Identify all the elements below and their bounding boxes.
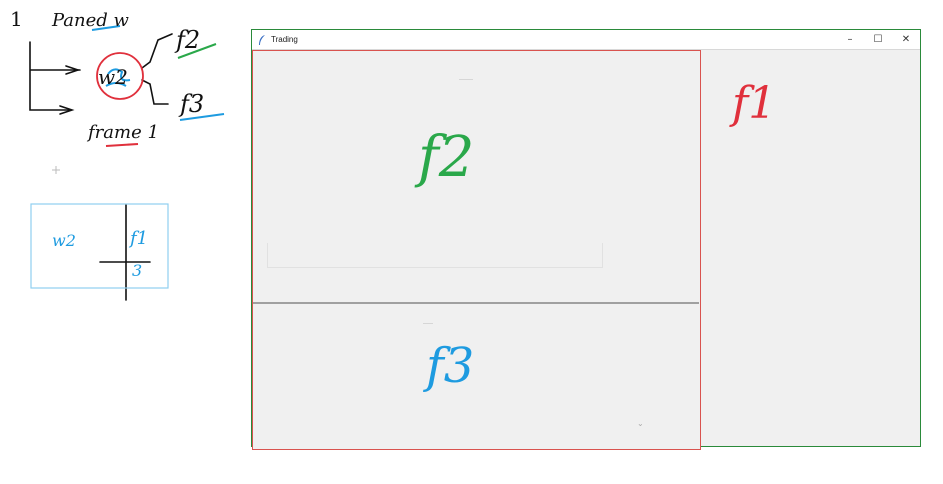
sketch-box-f1: f1	[128, 228, 148, 249]
sketch-text-1: 1	[10, 7, 23, 31]
sketch-text-f3: f3	[178, 90, 204, 118]
frame-f2-inner	[267, 243, 603, 268]
minimize-button[interactable]: –	[836, 30, 864, 49]
sketch-branch-f2	[141, 33, 173, 69]
paned-window-w2: ⌄	[252, 50, 701, 450]
window-title: Trading	[271, 35, 298, 44]
sketch-cross	[99, 204, 151, 301]
maximize-button[interactable]: ☐	[864, 30, 892, 49]
title-bar[interactable]: Trading – ☐ ✕	[252, 30, 920, 50]
sketch-branch-f3	[141, 79, 169, 105]
chevron-down-icon: ⌄	[637, 419, 644, 428]
app-window: Trading – ☐ ✕ ⌄	[251, 29, 921, 450]
divider	[459, 79, 473, 80]
sketch-text-frame1: frame 1	[86, 122, 159, 143]
sketch-text-f2: f2	[174, 26, 200, 54]
feather-icon	[259, 34, 265, 45]
sketch-text-paned: Paned w	[51, 10, 130, 31]
sketch-box-f3: 3	[132, 261, 142, 280]
divider	[423, 323, 433, 324]
close-button[interactable]: ✕	[892, 30, 920, 49]
sketch-box-w2: w2	[52, 231, 76, 250]
sketch-text-w2: w2	[98, 65, 128, 89]
pane-sash[interactable]	[253, 302, 699, 304]
handwritten-sketch: 1 Paned w w2 f2 f3 frame 1 w2 f1 3	[10, 7, 225, 301]
sketch-tree-lines	[29, 41, 81, 111]
